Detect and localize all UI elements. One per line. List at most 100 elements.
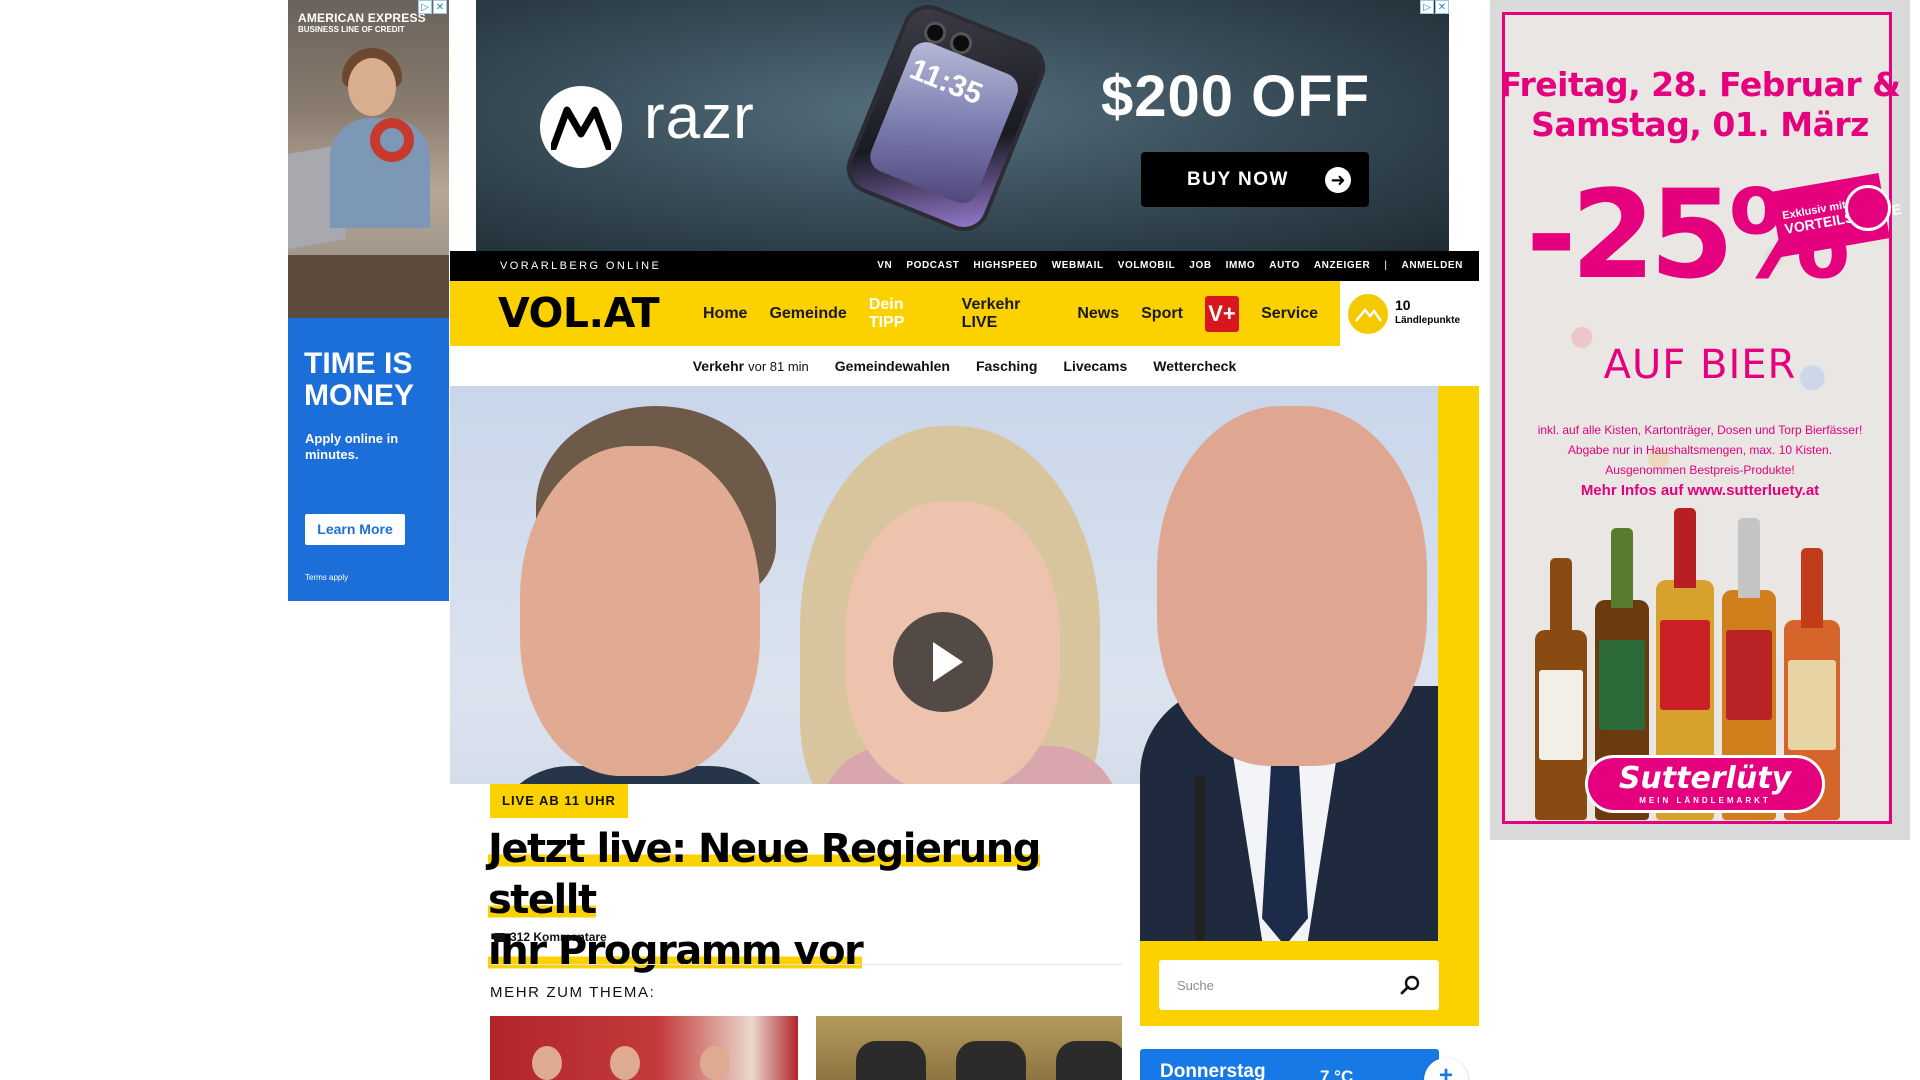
divider [490, 964, 1122, 965]
ad-left-amex[interactable]: AMERICAN EXPRESS BUSINESS LINE OF CREDIT… [288, 0, 449, 601]
site-logo[interactable]: VOL.AT [498, 287, 660, 339]
adchoices-icon[interactable]: ▷ [418, 0, 432, 14]
nav-sport[interactable]: Sport [1141, 305, 1183, 323]
link-job[interactable]: JOB [1189, 251, 1211, 281]
points-label: Ländlepunkte [1395, 315, 1461, 326]
login-link[interactable]: ANMELDEN [1402, 251, 1463, 281]
link-volmobil[interactable]: VOLMOBIL [1118, 251, 1176, 281]
phone-image: 11:35 [839, 0, 1053, 239]
weather-temp: 7 °C [1320, 1067, 1354, 1080]
ad-tagline: MEIN LÄNDLEMARKT [1639, 796, 1771, 805]
search-icon[interactable] [1399, 974, 1421, 996]
ad-date-line-2: Samstag, 01. März [1531, 105, 1869, 144]
site-name: VORARLBERG ONLINE [500, 260, 662, 272]
ad-brand-sub: BUSINESS LINE OF CREDIT [298, 25, 405, 34]
nav-home[interactable]: Home [703, 305, 747, 323]
weather-day: Donnerstag [1160, 1061, 1266, 1080]
person-head [610, 1046, 640, 1080]
ad-date-line-1: Freitag, 28. Februar & [1499, 65, 1901, 104]
chair-shape [956, 1041, 1026, 1080]
article-headline[interactable]: Jetzt live: Neue Regierung stellt ihr Pr… [488, 824, 1138, 977]
nav-service[interactable]: Service [1261, 305, 1318, 323]
person-face [520, 446, 760, 776]
adchoices-icon[interactable]: ▷ [1420, 0, 1434, 14]
motorola-logo-icon [540, 86, 622, 168]
nav-news[interactable]: News [1077, 305, 1119, 323]
sub-navigation: Verkehr vor 81 min Gemeindewahlen Faschin… [450, 346, 1479, 386]
yellow-side-panel [1438, 386, 1479, 1026]
person-head [700, 1046, 730, 1080]
ad-product: razr [644, 83, 755, 152]
ad-date: Freitag, 28. Februar & Samstag, 01. März [1490, 65, 1910, 145]
nav-dein-tipp[interactable]: Dein TIPP [869, 296, 940, 332]
separator: | [1384, 260, 1388, 271]
person-head [532, 1046, 562, 1080]
live-badge: LIVE AB 11 UHR [490, 784, 628, 818]
ad-fineprint: inkl. auf alle Kisten, Kartonträger, Dos… [1537, 423, 1863, 477]
nav-items: Home Gemeinde Dein TIPP Verkehr LIVE New… [703, 281, 1340, 346]
regional-seal-icon [1845, 185, 1891, 231]
search-box [1159, 960, 1439, 1010]
subnav-fasching[interactable]: Fasching [976, 358, 1037, 374]
headphones-shape [370, 118, 414, 162]
ad-right-sutterluety[interactable]: Freitag, 28. Februar & Samstag, 01. März… [1490, 0, 1910, 840]
ad-product: AUF BIER [1603, 342, 1797, 388]
close-ad-icon[interactable]: ✕ [1435, 0, 1449, 14]
chair-shape [856, 1041, 926, 1080]
adchoices[interactable]: ▷ ✕ [418, 0, 447, 14]
subnav-verkehr-time: vor 81 min [748, 359, 809, 374]
ad-brand: AMERICAN EXPRESS [298, 11, 426, 25]
weather-expand-button[interactable]: + [1424, 1058, 1468, 1080]
beer-bottle-image [1535, 558, 1587, 820]
link-immo[interactable]: IMMO [1226, 251, 1256, 281]
related-thumbnail[interactable] [490, 1016, 798, 1080]
link-podcast[interactable]: PODCAST [906, 251, 959, 281]
search-input[interactable] [1159, 960, 1389, 1010]
link-vn[interactable]: VN [877, 251, 892, 281]
related-thumbnail[interactable] [816, 1016, 1122, 1080]
plus-icon: + [1438, 1062, 1453, 1080]
weather-widget[interactable]: Donnerstag 7 °C [1140, 1049, 1439, 1080]
play-button-icon[interactable] [893, 612, 993, 712]
subnav-verkehr-label: Verkehr [692, 358, 745, 374]
ad-offer: $200 OFF [1101, 64, 1371, 129]
headline-line-1[interactable]: Jetzt live: Neue Regierung stellt [488, 826, 1041, 923]
subnav-verkehr[interactable]: Verkehr vor 81 min [693, 358, 809, 374]
points-value: 10 [1395, 297, 1411, 313]
comment-icon [494, 932, 505, 945]
ad-info: Mehr Infos auf www.sutterluety.at [1580, 482, 1820, 499]
link-anzeiger[interactable]: ANZEIGER [1314, 251, 1370, 281]
learn-more-button[interactable]: Learn More [305, 514, 405, 545]
subnav-gemeindewahlen[interactable]: Gemeindewahlen [835, 358, 950, 374]
ad-brand: Sutterlüty [1618, 761, 1792, 796]
adchoices[interactable]: ▷ ✕ [1420, 0, 1449, 14]
laendlepunkte-widget[interactable]: 10 Ländlepunkte [1340, 281, 1479, 346]
comments-link[interactable]: 312 Kommentare [494, 930, 607, 945]
buy-now-label: BUY NOW [1187, 169, 1289, 190]
ad-headline: TIME IS MONEY [304, 347, 415, 412]
subnav-wettercheck[interactable]: Wettercheck [1153, 358, 1236, 374]
vplus-button[interactable]: V+ [1204, 295, 1240, 332]
close-ad-icon[interactable]: ✕ [433, 0, 447, 14]
link-webmail[interactable]: WEBMAIL [1052, 251, 1104, 281]
sutterluety-logo: Sutterlüty MEIN LÄNDLEMARKT [1585, 755, 1825, 813]
nav-gemeinde[interactable]: Gemeinde [769, 305, 846, 323]
ad-top-motorola[interactable]: ▷ ✕ razr 11:35 $200 OFF BUY NOW ➜ [476, 0, 1449, 251]
arrow-right-icon: ➜ [1325, 167, 1351, 193]
nav-verkehr-live[interactable]: Verkehr LIVE [962, 296, 1056, 332]
microphone-shape [1195, 776, 1205, 941]
buy-now-button[interactable]: BUY NOW ➜ [1141, 152, 1369, 207]
utility-links: VN PODCAST HIGHSPEED WEBMAIL VOLMOBIL JO… [877, 251, 1463, 281]
ad-blue-panel: TIME IS MONEY Apply online in minutes. L… [288, 318, 449, 601]
subnav-livecams[interactable]: Livecams [1063, 358, 1127, 374]
mountain-coin-icon [1348, 294, 1388, 334]
comments-count: 312 Kommentare [510, 930, 607, 944]
person-face [1157, 406, 1427, 766]
link-highspeed[interactable]: HIGHSPEED [973, 251, 1037, 281]
person-head [348, 58, 396, 116]
related-heading: MEHR ZUM THEMA: [490, 984, 656, 1001]
chair-shape [1056, 1041, 1122, 1080]
ad-subline: Apply online in minutes. [305, 431, 399, 462]
link-auto[interactable]: AUTO [1269, 251, 1300, 281]
ad-photo: AMERICAN EXPRESS BUSINESS LINE OF CREDIT… [288, 0, 449, 318]
